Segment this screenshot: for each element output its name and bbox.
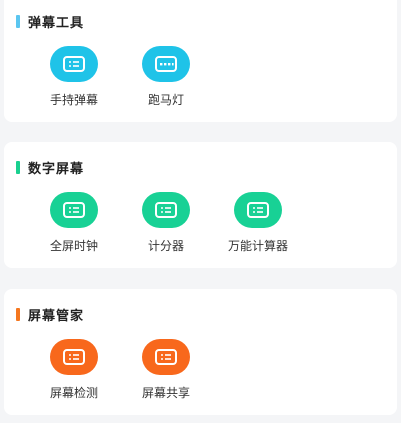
section-screen-manager: 屏幕管家 屏幕检测 屏幕共享 xyxy=(4,289,397,415)
list-icon xyxy=(50,46,98,82)
tool-label: 计分器 xyxy=(147,239,184,253)
marquee-icon xyxy=(142,46,190,82)
section-accent-bar xyxy=(16,14,20,28)
tool-label: 手持弹幕 xyxy=(49,93,98,107)
section-danmu-tools: 弹幕工具 手持弹幕 跑马灯 xyxy=(4,0,397,122)
tools-page: 弹幕工具 手持弹幕 跑马灯 数字屏幕 全屏时钟 计分器 万能计算器 屏幕管家 屏… xyxy=(0,0,401,423)
tool-handheld-danmu[interactable]: 手持弹幕 xyxy=(28,46,120,108)
tool-scoreboard[interactable]: 计分器 xyxy=(120,192,212,254)
tool-label: 万能计算器 xyxy=(227,239,288,253)
tool-calculator[interactable]: 万能计算器 xyxy=(212,192,304,254)
section-header: 数字屏幕 xyxy=(16,159,85,177)
tool-screen-test[interactable]: 屏幕检测 xyxy=(28,339,120,401)
section-accent-bar xyxy=(16,160,20,174)
section-header: 弹幕工具 xyxy=(16,13,85,31)
list-icon xyxy=(234,192,282,228)
list-icon xyxy=(142,192,190,228)
list-icon xyxy=(142,339,190,375)
tool-label: 跑马灯 xyxy=(147,93,184,107)
section-header: 屏幕管家 xyxy=(16,306,85,324)
tool-grid: 全屏时钟 计分器 万能计算器 xyxy=(28,192,304,254)
list-icon xyxy=(50,339,98,375)
tool-marquee[interactable]: 跑马灯 xyxy=(120,46,212,108)
list-icon xyxy=(50,192,98,228)
section-digital-screen: 数字屏幕 全屏时钟 计分器 万能计算器 xyxy=(4,142,397,268)
tool-grid: 屏幕检测 屏幕共享 xyxy=(28,339,212,401)
tool-grid: 手持弹幕 跑马灯 xyxy=(28,46,212,108)
tool-label: 屏幕检测 xyxy=(49,386,98,400)
tool-label: 全屏时钟 xyxy=(49,239,98,253)
section-title: 数字屏幕 xyxy=(28,161,85,177)
section-title: 弹幕工具 xyxy=(28,15,85,31)
tool-screen-share[interactable]: 屏幕共享 xyxy=(120,339,212,401)
section-accent-bar xyxy=(16,307,20,321)
tool-label: 屏幕共享 xyxy=(141,386,190,400)
tool-fullscreen-clock[interactable]: 全屏时钟 xyxy=(28,192,120,254)
section-title: 屏幕管家 xyxy=(28,308,85,324)
